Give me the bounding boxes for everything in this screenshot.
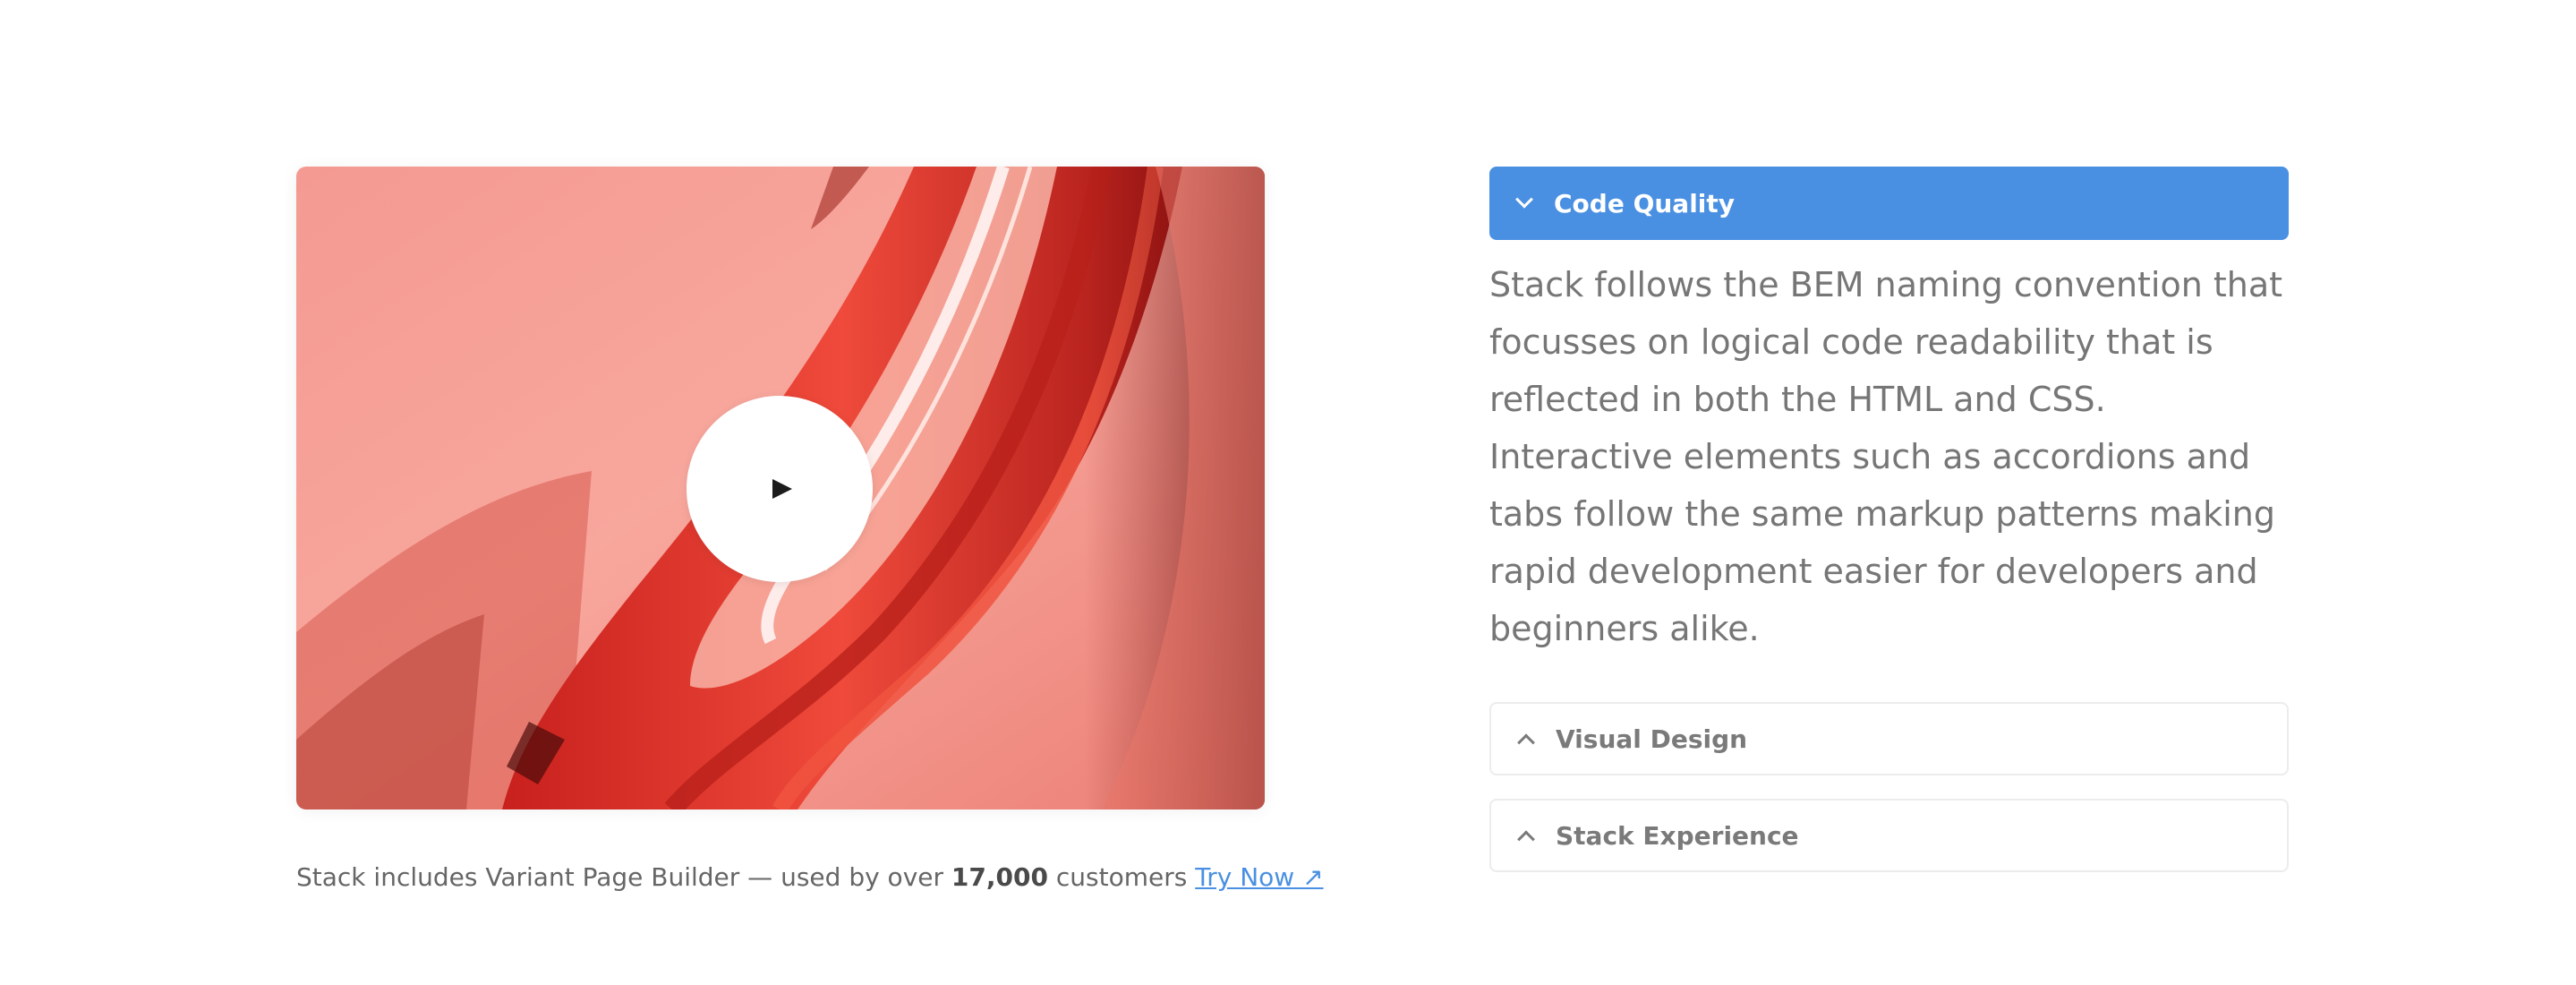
caption-prefix: Stack includes Variant Page Builder — us… [296,862,951,892]
caption-suffix: customers [1047,862,1196,892]
chevron-up-icon [1517,830,1535,849]
video-caption: Stack includes Variant Page Builder — us… [296,860,1324,895]
video-thumbnail[interactable] [296,167,1265,809]
page: Stack includes Variant Page Builder — us… [0,0,2576,985]
chevron-up-icon [1517,733,1535,752]
accordion-title: Code Quality [1554,188,1736,218]
accordion-header-visual-design[interactable]: Visual Design [1489,702,2289,775]
accordion-title: Visual Design [1556,724,1748,754]
play-icon [772,479,792,499]
accordion-title: Stack Experience [1556,820,1799,851]
accordion-header-stack-experience[interactable]: Stack Experience [1489,799,2289,872]
try-now-link[interactable]: Try Now ↗ [1195,862,1323,892]
accordion-content: Stack follows the BEM naming convention … [1489,265,2283,648]
accordion: Code Quality Stack follows the BEM namin… [1489,167,2289,872]
play-button[interactable] [687,396,873,582]
accordion-item-code-quality: Code Quality Stack follows the BEM namin… [1489,167,2289,679]
accordion-item-visual-design: Visual Design [1489,702,2289,775]
chevron-down-icon [1515,190,1533,209]
accordion-header-code-quality[interactable]: Code Quality [1489,167,2289,240]
customer-count: 17,000 [951,862,1048,892]
accordion-item-stack-experience: Stack Experience [1489,799,2289,872]
